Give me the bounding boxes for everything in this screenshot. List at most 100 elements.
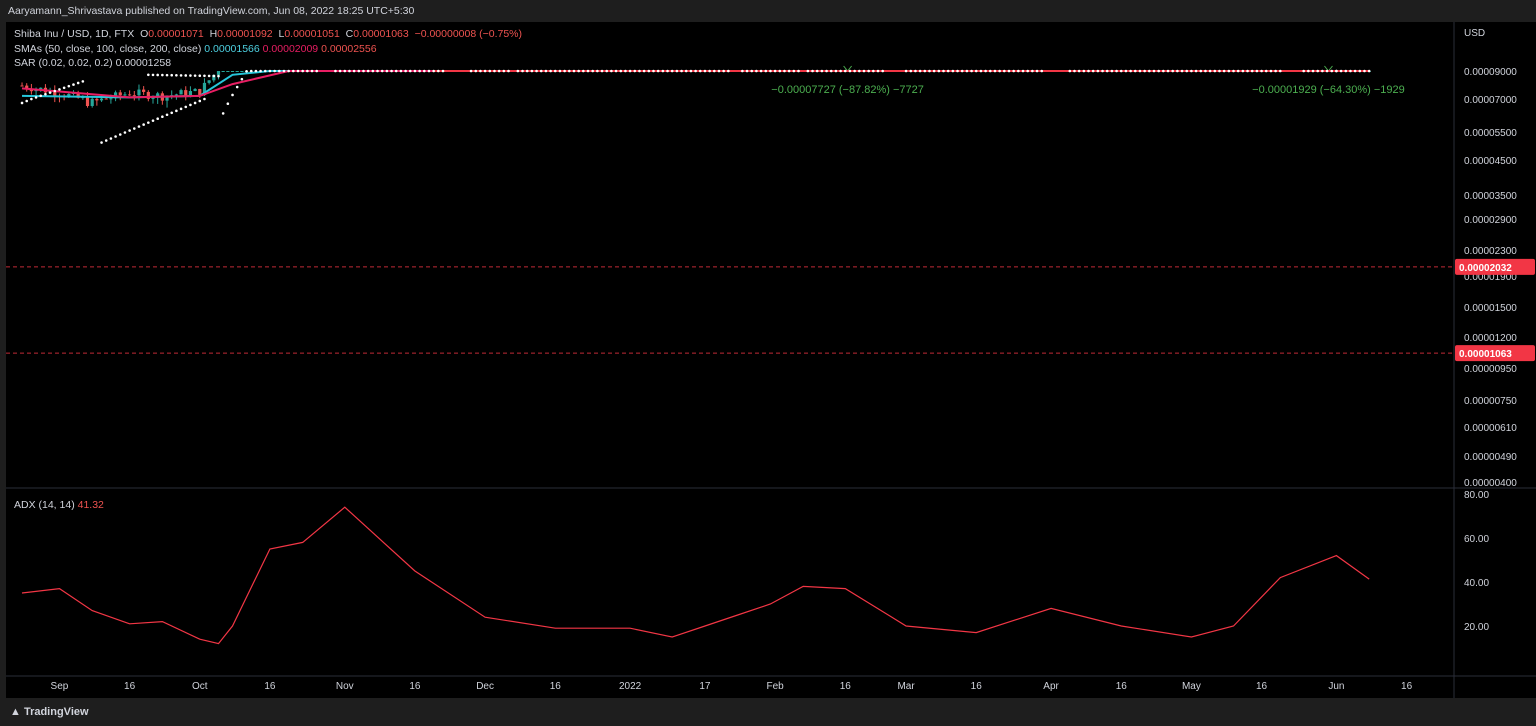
sar-dot-9-9 [946, 69, 950, 73]
candle-body-2021-09-17[interactable] [132, 95, 136, 97]
sar-dot-10-9 [1110, 69, 1114, 73]
sar-dot-0-6 [48, 91, 52, 94]
candle-body-2021-09-27[interactable] [179, 90, 183, 95]
adx-legend[interactable]: ADX (14, 14) 41.32 [14, 499, 104, 511]
chart-svg[interactable]: −0.00007727 (−87.82%) −7727 −0.00001929 (… [6, 22, 1536, 698]
adx-tick-2: 60.00 [1464, 534, 1489, 545]
sar-dot-13-6 [1363, 69, 1366, 73]
sar-dot-7-9 [783, 69, 786, 73]
candle-body-2021-10-07[interactable] [226, 71, 230, 72]
candle-body-2021-09-09[interactable] [95, 98, 99, 101]
sar-dot-6-33 [670, 69, 674, 73]
symbol-legend: Shiba Inu / USD, 1D, FTX O0.00001071 H0.… [14, 28, 522, 40]
time-tick-3: Oct [192, 681, 208, 692]
sar-dot-6-11 [568, 69, 571, 73]
sar-dot-9-10 [951, 69, 955, 73]
sma-line-sma50[interactable] [21, 70, 1370, 99]
time-tick-7: Dec [476, 681, 494, 692]
price-tick-12: 0.00000750 [1464, 396, 1517, 407]
sar-dot-9-27 [1031, 69, 1034, 73]
sar-dot-10-18 [1152, 69, 1156, 73]
sar-dot-4-5 [357, 69, 361, 73]
sar-dot-11-19 [1278, 69, 1282, 73]
l-value: 0.00001051 [284, 28, 340, 40]
sar-dot-3-1 [226, 102, 230, 106]
sar-dot-9-3 [918, 69, 922, 73]
h-value: 0.00001092 [217, 28, 273, 40]
candle-body-2021-09-15[interactable] [123, 94, 127, 96]
sar-dot-7-0 [741, 69, 744, 73]
sar-dot-2-6 [175, 73, 178, 77]
adx-line[interactable] [21, 506, 1370, 645]
sar-dot-8-9 [848, 69, 852, 73]
tv-logo-icon: ▲ [10, 706, 21, 718]
sma-line-sma100[interactable] [21, 70, 1370, 99]
candle-body-2021-09-08[interactable] [90, 98, 94, 106]
sar-dot-2-9 [189, 74, 192, 77]
sar-dot-8-4 [825, 69, 828, 73]
c-value: 0.00001063 [353, 28, 409, 40]
sar-dot-0-5 [44, 92, 47, 96]
candle-body-2021-09-18[interactable] [137, 89, 141, 96]
sar-dot-13-1 [1339, 69, 1343, 73]
sar-dot-7-11 [792, 69, 796, 73]
candle-body-2021-10-05[interactable] [216, 71, 221, 75]
candle-body-2021-10-10[interactable] [240, 71, 244, 72]
sar-dot-12-2 [1311, 69, 1315, 73]
candle-body-2021-09-11[interactable] [104, 98, 108, 100]
sar-dot-3-12 [277, 69, 281, 73]
sar-dot-1-4 [118, 133, 122, 136]
sar-dot-8-1 [811, 69, 814, 73]
candle-body-2021-10-09[interactable] [235, 71, 239, 72]
sar-dot-0-10 [67, 84, 71, 88]
time-tick-11: Feb [766, 681, 784, 692]
sar-dot-6-22 [619, 69, 623, 73]
adx-tick-4: 20.00 [1464, 622, 1489, 633]
candle-body-2021-09-12[interactable] [109, 98, 113, 100]
sar-dot-10-13 [1129, 69, 1132, 73]
candle-body-2021-10-03[interactable] [207, 80, 211, 83]
time-tick-2: 16 [124, 681, 136, 692]
candle-body-2021-09-30[interactable] [193, 88, 197, 92]
sma-legend[interactable]: SMAs (50, close, 100, close, 200, close)… [14, 43, 377, 55]
candle-body-2021-09-10[interactable] [99, 98, 104, 101]
sar-dot-6-10 [563, 69, 566, 73]
sar-dot-11-15 [1260, 69, 1263, 73]
tradingview-logo[interactable]: ▲ TradingView [10, 706, 89, 718]
sar-dot-9-2 [914, 69, 917, 73]
candle-body-2021-09-26[interactable] [174, 94, 178, 96]
candle-body-2021-08-24[interactable] [20, 85, 24, 87]
chart-area[interactable]: −0.00007727 (−87.82%) −7727 −0.00001929 (… [6, 22, 1536, 698]
sar-dot-1-5 [123, 131, 127, 134]
sar-dot-10-10 [1115, 69, 1118, 73]
sar-legend[interactable]: SAR (0.02, 0.02, 0.2) 0.00001258 [14, 57, 171, 69]
candle-body-2021-09-07[interactable] [85, 97, 90, 106]
candle-body-2021-08-28[interactable] [39, 87, 43, 90]
candle-body-2021-10-06[interactable] [221, 71, 225, 72]
sar-dot-4-7 [366, 69, 370, 73]
sar-dot-7-2 [750, 69, 754, 73]
price-tick-10: 0.00001200 [1464, 333, 1517, 344]
sma100-value: 0.00002009 [262, 43, 319, 55]
sar-dot-9-11 [956, 69, 959, 73]
sar-dot-13-2 [1344, 69, 1348, 73]
sar-dot-2-0 [147, 73, 150, 77]
candle-body-2021-09-16[interactable] [128, 94, 132, 96]
candle-body-2021-10-08[interactable] [230, 71, 235, 72]
sar-dot-5-0 [469, 69, 473, 73]
price-axis-currency: USD [1464, 28, 1485, 39]
sar-dot-5-2 [479, 69, 482, 73]
sar-dot-10-5 [1091, 69, 1095, 73]
sar-dot-6-24 [628, 69, 632, 73]
sar-dot-6-30 [656, 69, 660, 73]
sar-dot-4-8 [371, 69, 375, 73]
sar-dot-11-13 [1250, 69, 1254, 73]
symbol-name[interactable]: Shiba Inu / USD, 1D, FTX [14, 28, 134, 40]
candle-body-2021-09-14[interactable] [118, 92, 122, 96]
candle-body-2021-09-19[interactable] [142, 89, 146, 92]
sar-dot-1-0 [100, 141, 103, 144]
sma200-value: 0.00002556 [321, 43, 377, 55]
sar-dot-4-20 [427, 69, 431, 73]
sar-dot-3-9 [263, 69, 267, 73]
adx-label: ADX (14, 14) [14, 499, 75, 511]
